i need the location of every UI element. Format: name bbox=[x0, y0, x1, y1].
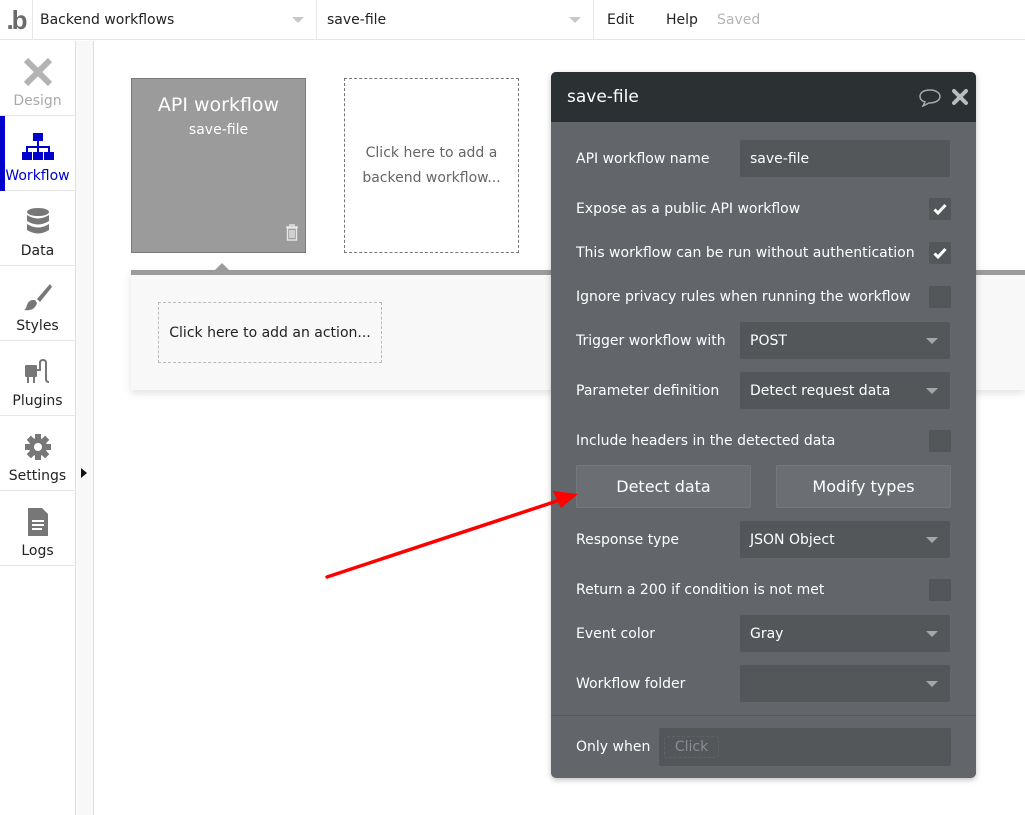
checkmark-icon bbox=[933, 203, 947, 215]
close-icon[interactable] bbox=[951, 88, 969, 111]
bubble-logo[interactable]: .b bbox=[0, 0, 32, 40]
property-editor-title: save-file bbox=[567, 87, 639, 107]
workflow-card-name: save-file bbox=[188, 122, 249, 138]
trigger-value: POST bbox=[750, 332, 787, 349]
sidebar-collapse-strip[interactable] bbox=[76, 41, 94, 815]
workflow-folder-label: Workflow folder bbox=[576, 675, 686, 692]
gear-icon bbox=[21, 430, 55, 464]
chevron-down-icon bbox=[926, 338, 938, 344]
sidebar-item-plugins[interactable]: Plugins bbox=[0, 341, 75, 416]
page-selector-value: Backend workflows bbox=[40, 12, 175, 28]
param-value: Detect request data bbox=[750, 382, 891, 399]
chevron-down-icon bbox=[926, 537, 938, 543]
workflow-selector-dropdown[interactable]: save-file bbox=[316, 0, 593, 40]
no-auth-checkbox[interactable] bbox=[929, 242, 951, 264]
return200-label: Return a 200 if condition is not met bbox=[576, 582, 825, 598]
expose-public-label: Expose as a public API workflow bbox=[576, 201, 801, 217]
ignore-privacy-row: Ignore privacy rules when running the wo… bbox=[576, 286, 951, 308]
sidebar-item-label: Workflow bbox=[5, 168, 70, 184]
return200-checkbox[interactable] bbox=[929, 579, 951, 601]
trigger-label: Trigger workflow with bbox=[576, 332, 726, 349]
event-color-label: Event color bbox=[576, 625, 656, 642]
response-type-value: JSON Object bbox=[750, 531, 835, 548]
sidebar-item-label: Styles bbox=[16, 318, 59, 334]
chevron-down-icon bbox=[926, 388, 938, 394]
workflow-name-value: save-file bbox=[750, 150, 810, 167]
trash-icon[interactable] bbox=[285, 224, 299, 245]
divider bbox=[593, 0, 594, 40]
sidebar: Design Workflow Data Styles Plugins Sett… bbox=[0, 41, 76, 815]
chevron-down-icon bbox=[926, 681, 938, 687]
event-color-value: Gray bbox=[750, 625, 784, 642]
sidebar-item-label: Data bbox=[20, 243, 55, 259]
sidebar-item-label: Settings bbox=[8, 468, 67, 484]
top-bar: .b Backend workflows save-file Edit Help… bbox=[0, 0, 1025, 40]
property-editor: save-file API workflow name save-file Ex… bbox=[551, 72, 976, 778]
checkmark-icon bbox=[933, 247, 947, 259]
workflow-icon bbox=[21, 130, 55, 164]
plug-icon bbox=[21, 355, 55, 389]
comment-icon[interactable] bbox=[918, 88, 942, 112]
annotation-arrow-line bbox=[325, 498, 562, 579]
sidebar-item-logs[interactable]: Logs bbox=[0, 491, 75, 566]
detect-data-button[interactable]: Detect data bbox=[576, 465, 751, 508]
workflow-card[interactable]: API workflow save-file bbox=[131, 78, 306, 253]
response-type-dropdown[interactable]: JSON Object bbox=[740, 521, 950, 558]
sidebar-item-label: Design bbox=[13, 93, 62, 109]
workflow-name-input[interactable]: save-file bbox=[740, 140, 950, 177]
sidebar-item-styles[interactable]: Styles bbox=[0, 266, 75, 341]
brush-icon bbox=[21, 280, 55, 314]
only-when-click-placeholder[interactable]: Click bbox=[664, 736, 719, 758]
workflow-card-title: API workflow bbox=[157, 94, 280, 116]
workflow-folder-dropdown[interactable] bbox=[740, 665, 950, 702]
only-when-label: Only when bbox=[576, 739, 651, 755]
include-headers-row: Include headers in the detected data bbox=[576, 430, 951, 452]
sidebar-item-settings[interactable]: Settings bbox=[0, 416, 75, 491]
document-icon bbox=[21, 505, 55, 539]
chevron-down-icon bbox=[292, 17, 304, 23]
database-icon bbox=[21, 205, 55, 239]
expose-public-row: Expose as a public API workflow bbox=[576, 198, 951, 220]
save-status: Saved bbox=[717, 12, 761, 28]
param-dropdown[interactable]: Detect request data bbox=[740, 372, 950, 409]
workflow-name-label: API workflow name bbox=[576, 150, 710, 167]
no-auth-row: This workflow can be run without authent… bbox=[576, 242, 951, 264]
chevron-down-icon bbox=[569, 17, 581, 23]
divider bbox=[551, 715, 976, 716]
chevron-down-icon bbox=[926, 631, 938, 637]
workflow-selector-value: save-file bbox=[327, 12, 387, 28]
page-selector-dropdown[interactable]: Backend workflows bbox=[32, 0, 316, 40]
return200-row: Return a 200 if condition is not met bbox=[576, 579, 951, 601]
add-action-text: Click here to add an action... bbox=[169, 324, 371, 341]
trigger-dropdown[interactable]: POST bbox=[740, 322, 950, 359]
no-auth-label: This workflow can be run without authent… bbox=[576, 245, 915, 261]
sidebar-item-label: Plugins bbox=[12, 393, 63, 409]
include-headers-label: Include headers in the detected data bbox=[576, 433, 836, 449]
only-when-expression[interactable]: Click bbox=[659, 728, 951, 766]
expand-arrow-icon[interactable] bbox=[81, 468, 87, 478]
sidebar-item-design[interactable]: Design bbox=[0, 41, 75, 116]
add-backend-workflow-button[interactable]: Click here to add a backend workflow... bbox=[344, 78, 519, 253]
sidebar-item-label: Logs bbox=[21, 543, 54, 559]
add-workflow-text: Click here to add a backend workflow... bbox=[362, 144, 501, 186]
sidebar-item-workflow[interactable]: Workflow bbox=[0, 116, 75, 191]
design-icon bbox=[21, 55, 55, 89]
menu-help[interactable]: Help bbox=[666, 0, 698, 40]
property-editor-header[interactable]: save-file bbox=[551, 72, 976, 122]
sidebar-item-data[interactable]: Data bbox=[0, 191, 75, 266]
pointer-caret bbox=[214, 263, 230, 271]
include-headers-checkbox[interactable] bbox=[929, 430, 951, 452]
event-color-dropdown[interactable]: Gray bbox=[740, 615, 950, 652]
modify-types-button[interactable]: Modify types bbox=[776, 465, 951, 508]
add-action-button[interactable]: Click here to add an action... bbox=[158, 302, 382, 363]
response-type-label: Response type bbox=[576, 531, 679, 548]
menu-edit[interactable]: Edit bbox=[607, 0, 634, 40]
param-label: Parameter definition bbox=[576, 382, 720, 399]
expose-public-checkbox[interactable] bbox=[929, 198, 951, 220]
ignore-privacy-checkbox[interactable] bbox=[929, 286, 951, 308]
ignore-privacy-label: Ignore privacy rules when running the wo… bbox=[576, 289, 911, 305]
